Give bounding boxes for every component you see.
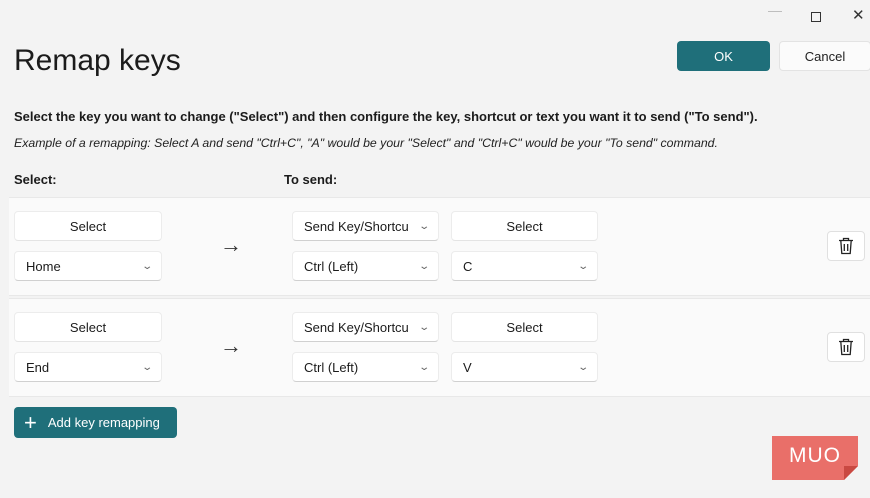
select-key-dropdown[interactable]: Home ⌄ bbox=[14, 251, 162, 281]
watermark-text: MUO bbox=[789, 444, 841, 467]
plus-icon: + bbox=[24, 409, 37, 435]
cancel-button[interactable]: Cancel bbox=[779, 41, 870, 71]
select-key-button[interactable]: Select bbox=[14, 312, 162, 342]
close-button[interactable]: ✕ bbox=[852, 6, 865, 24]
chevron-down-icon: ⌄ bbox=[417, 361, 430, 373]
select-key-button-label: Select bbox=[69, 218, 107, 234]
send-select-button-label: Select bbox=[506, 319, 543, 335]
minimize-button[interactable]: — bbox=[768, 2, 782, 18]
select-key-value: Home bbox=[26, 258, 61, 274]
ok-button[interactable]: OK bbox=[677, 41, 770, 71]
send-key-value: C bbox=[463, 258, 473, 274]
send-type-value: Send Key/Shortcu bbox=[304, 218, 409, 234]
arrow-right-icon: → bbox=[220, 333, 242, 358]
send-select-button[interactable]: Select bbox=[451, 211, 598, 241]
send-type-dropdown[interactable]: Send Key/Shortcu ⌄ bbox=[292, 312, 439, 342]
chevron-down-icon: ⌄ bbox=[417, 321, 430, 333]
muo-watermark-logo: MUO bbox=[772, 436, 858, 480]
chevron-down-icon: ⌄ bbox=[576, 361, 589, 373]
select-key-button[interactable]: Select bbox=[14, 211, 162, 241]
send-key-value: V bbox=[463, 359, 472, 375]
send-select-button[interactable]: Select bbox=[451, 312, 598, 342]
chevron-down-icon: ⌄ bbox=[576, 260, 589, 272]
to-send-column-label: To send: bbox=[284, 172, 338, 187]
send-type-dropdown[interactable]: Send Key/Shortcu ⌄ bbox=[292, 211, 439, 241]
send-select-button-label: Select bbox=[506, 218, 543, 234]
arrow-right-icon: → bbox=[220, 232, 242, 257]
select-key-value: End bbox=[26, 359, 50, 375]
select-key-dropdown[interactable]: End ⌄ bbox=[14, 352, 162, 382]
select-column-label: Select: bbox=[14, 172, 57, 187]
send-modifier-dropdown[interactable]: Ctrl (Left) ⌄ bbox=[292, 251, 439, 281]
example-text: Example of a remapping: Select A and sen… bbox=[14, 136, 718, 150]
send-modifier-value: Ctrl (Left) bbox=[304, 359, 359, 375]
add-key-remapping-label: Add key remapping bbox=[47, 415, 160, 430]
send-type-value: Send Key/Shortcu bbox=[304, 319, 409, 335]
instructions-text: Select the key you want to change ("Sele… bbox=[14, 109, 758, 124]
page-title: Remap keys bbox=[14, 44, 181, 77]
trash-icon bbox=[839, 237, 853, 255]
chevron-down-icon: ⌄ bbox=[140, 260, 153, 272]
maximize-icon[interactable] bbox=[811, 12, 821, 22]
send-modifier-dropdown[interactable]: Ctrl (Left) ⌄ bbox=[292, 352, 439, 382]
send-key-dropdown[interactable]: V ⌄ bbox=[451, 352, 598, 382]
trash-icon bbox=[839, 338, 853, 356]
chevron-down-icon: ⌄ bbox=[140, 361, 153, 373]
chevron-down-icon: ⌄ bbox=[417, 220, 430, 232]
send-modifier-value: Ctrl (Left) bbox=[304, 258, 359, 274]
delete-row-button[interactable] bbox=[827, 332, 865, 362]
send-key-dropdown[interactable]: C ⌄ bbox=[451, 251, 598, 281]
delete-row-button[interactable] bbox=[827, 231, 865, 261]
chevron-down-icon: ⌄ bbox=[417, 260, 430, 272]
add-key-remapping-button[interactable]: + Add key remapping bbox=[14, 407, 177, 438]
select-key-button-label: Select bbox=[69, 319, 107, 335]
